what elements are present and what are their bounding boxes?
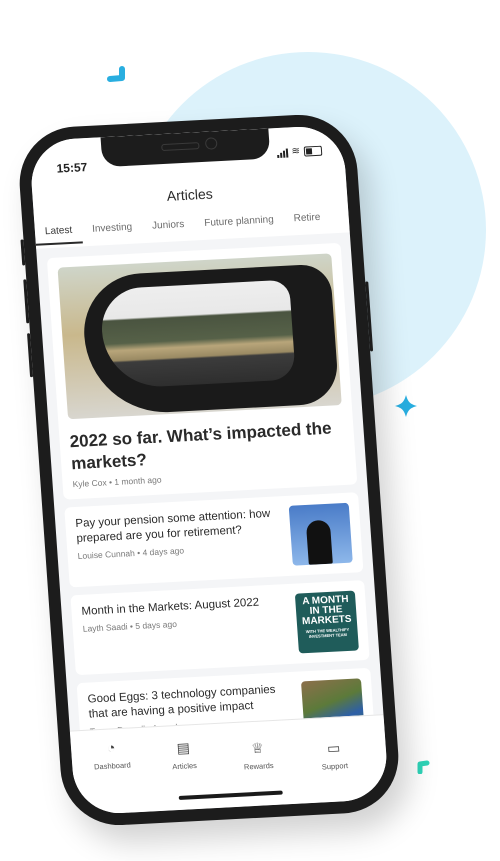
support-chat-icon: ▭ [326, 739, 341, 757]
tabbar-item-support[interactable]: ▭ Support [303, 738, 365, 772]
tab-future-planning[interactable]: Future planning [194, 214, 285, 238]
article-card[interactable]: Pay your pension some attention: how pre… [64, 492, 364, 588]
article-thumbnail: A MONTH IN THE MARKETS WITH THE WEALTHIF… [294, 590, 359, 654]
status-time: 15:57 [56, 160, 88, 176]
signal-icon [276, 148, 288, 158]
tabbar-label: Dashboard [93, 760, 132, 772]
speaker-grille [161, 142, 200, 152]
volume-up-button [23, 279, 30, 324]
tab-juniors[interactable]: Juniors [142, 218, 196, 240]
rewards-trophy-icon: ♕ [250, 739, 265, 757]
tabbar-item-dashboard[interactable]: ◔ Dashboard [81, 738, 143, 772]
bottom-tab-bar: ◔ Dashboard ▤ Articles ♕ Rewards ▭ Suppo… [69, 714, 390, 816]
thumbnail-subtext: WITH THE WEALTHIFY INVESTMENT TEAM [305, 626, 350, 639]
article-card[interactable]: Month in the Markets: August 2022 Layth … [70, 580, 370, 676]
battery-icon [303, 145, 323, 157]
wifi-icon: ≋ [291, 145, 301, 158]
mirror-reflection [99, 279, 296, 390]
thumbnail-text-line: MARKETS [301, 613, 352, 628]
featured-article-image [57, 253, 342, 420]
article-thumbnail [288, 502, 353, 566]
phone-mockup-wrapper: 15:57 ≋ Articles Latest Investing Junior… [0, 0, 500, 861]
phone-screen: 15:57 ≋ Articles Latest Investing Junior… [28, 124, 390, 816]
articles-feed: 2022 so far. What’s impacted the markets… [46, 242, 376, 771]
articles-newspaper-icon: ▤ [176, 739, 191, 757]
home-indicator[interactable] [178, 790, 283, 800]
tab-latest[interactable]: Latest [35, 224, 84, 245]
tab-investing[interactable]: Investing [82, 221, 143, 243]
dashboard-gauge-icon: ◔ [106, 739, 116, 756]
status-icons: ≋ [276, 145, 323, 158]
tabbar-label: Rewards [243, 760, 274, 772]
category-tabs: Latest Investing Juniors Future planning… [35, 211, 332, 245]
tab-retirement[interactable]: Retire [283, 211, 331, 232]
front-camera [204, 137, 218, 150]
featured-article-card[interactable]: 2022 so far. What’s impacted the markets… [46, 242, 358, 500]
volume-down-button [27, 333, 34, 378]
power-button [365, 281, 374, 352]
car-mirror-graphic [80, 263, 340, 417]
mute-switch [20, 239, 26, 266]
page-title: Articles [166, 185, 214, 204]
tabbar-label: Articles [172, 761, 198, 772]
phone-frame: 15:57 ≋ Articles Latest Investing Junior… [15, 112, 403, 828]
tabbar-item-rewards[interactable]: ♕ Rewards [227, 738, 289, 772]
tabbar-label: Support [321, 761, 349, 772]
tabbar-item-articles[interactable]: ▤ Articles [153, 738, 215, 772]
